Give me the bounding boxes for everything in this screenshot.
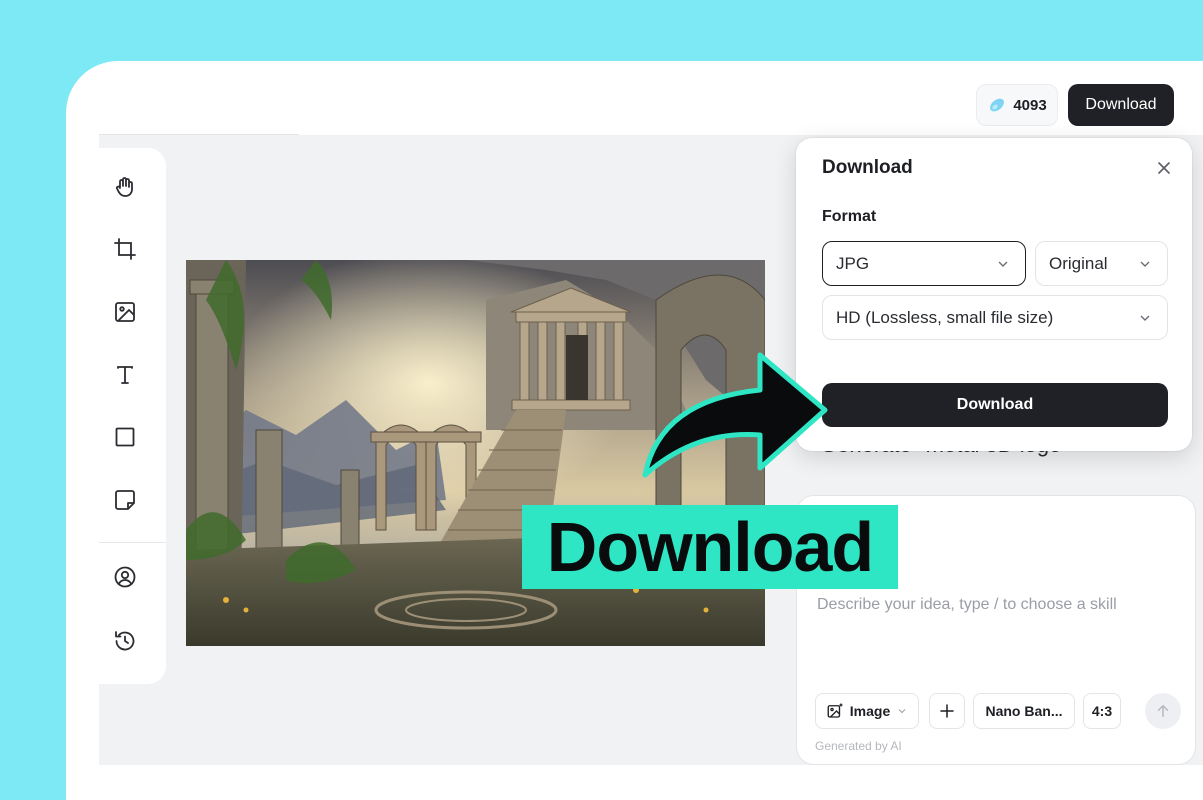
chevron-down-icon <box>898 709 906 714</box>
model-select[interactable]: Nano Ban... <box>973 693 1075 729</box>
sticky-note-icon <box>115 490 135 510</box>
pointer-arrow-icon <box>642 352 828 478</box>
size-value: Original <box>1049 253 1108 273</box>
toolbar-divider <box>99 542 166 543</box>
generated-by-ai-note: Generated by AI <box>815 739 902 753</box>
rectangle-tool[interactable] <box>110 422 140 452</box>
sticky-note-tool[interactable] <box>110 485 140 515</box>
download-callout-label: Download <box>522 505 898 589</box>
crop-icon <box>114 238 136 260</box>
arrow-up-icon <box>1157 704 1169 717</box>
download-popup: Download Format JPG Original HD (Lossles… <box>796 138 1192 451</box>
text-tool[interactable] <box>110 360 140 390</box>
popup-title: Download <box>822 157 913 178</box>
plus-icon <box>940 704 954 718</box>
send-button[interactable] <box>1145 693 1181 729</box>
close-button[interactable] <box>1154 158 1174 178</box>
prompt-input[interactable]: Describe your idea, type / to choose a s… <box>817 596 1117 614</box>
ratio-select[interactable]: 4:3 <box>1083 693 1121 729</box>
quality-value: HD (Lossless, small file size) <box>836 307 1054 327</box>
left-toolbar <box>99 148 166 684</box>
crop-tool[interactable] <box>110 234 140 264</box>
hand-icon <box>116 177 133 197</box>
chevron-down-icon <box>1140 315 1150 321</box>
quality-select[interactable]: HD (Lossless, small file size) <box>822 295 1168 340</box>
credits-count: 4093 <box>1013 96 1047 114</box>
image-tool[interactable] <box>110 297 140 327</box>
hand-tool[interactable] <box>110 172 140 202</box>
user-icon <box>114 566 136 588</box>
close-icon <box>1158 162 1170 174</box>
format-label: Format <box>822 208 877 225</box>
chevron-down-icon <box>998 261 1008 267</box>
format-select[interactable]: JPG <box>822 241 1026 286</box>
credits-badge[interactable]: 4093 <box>976 84 1058 126</box>
user-tool[interactable] <box>110 562 140 592</box>
image-icon <box>115 302 135 322</box>
history-tool[interactable] <box>110 626 140 656</box>
text-icon <box>117 366 133 384</box>
rectangle-icon <box>115 427 135 447</box>
add-button[interactable] <box>929 693 965 729</box>
popup-download-button[interactable]: Download <box>822 383 1168 427</box>
mode-select[interactable]: Image <box>815 693 919 729</box>
model-label: Nano Ban... <box>985 703 1063 719</box>
size-select[interactable]: Original <box>1035 241 1168 286</box>
top-download-button[interactable]: Download <box>1068 84 1174 126</box>
format-value: JPG <box>836 253 870 273</box>
image-sparkle-icon <box>827 703 843 718</box>
credits-icon <box>990 98 1005 112</box>
chevron-down-icon <box>1140 261 1150 267</box>
mode-label: Image <box>849 703 891 719</box>
history-icon <box>115 631 135 651</box>
ratio-label: 4:3 <box>1091 703 1113 719</box>
canvas-divider <box>99 134 299 135</box>
